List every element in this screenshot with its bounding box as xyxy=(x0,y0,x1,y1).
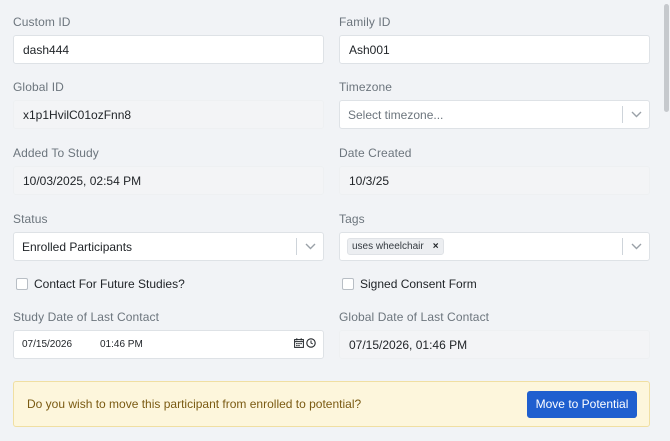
timezone-placeholder: Select timezone... xyxy=(348,107,444,122)
study-last-contact-input[interactable]: 07/15/2026 01:46 PM xyxy=(13,330,324,359)
signed-consent-row[interactable]: Signed Consent Form xyxy=(339,277,477,291)
study-last-contact-date[interactable]: 07/15/2026 xyxy=(22,339,100,350)
global-id-value: x1p1HvilC01ozFnn8 xyxy=(23,107,132,122)
global-id-field: x1p1HvilC01ozFnn8 xyxy=(13,100,324,129)
status-value: Enrolled Participants xyxy=(22,239,133,254)
global-last-contact-value: 07/15/2026, 01:46 PM xyxy=(349,337,468,352)
tag-label: uses wheelchair xyxy=(352,241,424,252)
added-to-study-label: Added To Study xyxy=(13,146,99,160)
family-id-input[interactable]: Ash001 xyxy=(339,35,650,64)
custom-id-value: dash444 xyxy=(23,42,70,57)
study-last-contact-time[interactable]: 01:46 PM xyxy=(100,339,294,350)
global-id-label: Global ID xyxy=(13,80,64,94)
date-created-field: 10/3/25 xyxy=(339,166,650,195)
date-created-label: Date Created xyxy=(339,146,412,160)
close-icon[interactable]: × xyxy=(433,241,439,252)
global-last-contact-field: 07/15/2026, 01:46 PM xyxy=(339,330,650,359)
signed-consent-label: Signed Consent Form xyxy=(360,277,477,291)
global-last-contact-label: Global Date of Last Contact xyxy=(339,310,490,324)
status-label: Status xyxy=(13,212,48,226)
status-select[interactable]: Enrolled Participants xyxy=(13,232,324,261)
tags-select[interactable]: uses wheelchair × xyxy=(339,232,650,261)
signed-consent-checkbox[interactable] xyxy=(342,278,354,290)
custom-id-label: Custom ID xyxy=(13,15,71,29)
contact-future-row[interactable]: Contact For Future Studies? xyxy=(13,277,185,291)
family-id-value: Ash001 xyxy=(349,42,390,57)
date-created-value: 10/3/25 xyxy=(349,173,390,188)
added-to-study-value: 10/03/2025, 02:54 PM xyxy=(23,173,142,188)
added-to-study-field: 10/03/2025, 02:54 PM xyxy=(13,166,324,195)
chevron-down-icon[interactable] xyxy=(623,111,649,118)
move-to-potential-button[interactable]: Move to Potential xyxy=(527,390,637,418)
chevron-down-icon[interactable] xyxy=(297,243,323,250)
family-id-label: Family ID xyxy=(339,15,391,29)
timezone-select[interactable]: Select timezone... xyxy=(339,100,650,129)
tags-container: uses wheelchair × xyxy=(340,238,622,255)
clock-icon[interactable] xyxy=(306,338,316,351)
timezone-label: Timezone xyxy=(339,80,393,94)
participant-form: Custom ID dash444 Family ID Ash001 Globa… xyxy=(13,0,650,441)
datetime-icons xyxy=(294,338,316,351)
scrollbar-thumb[interactable] xyxy=(664,4,669,112)
move-to-potential-banner: Do you wish to move this participant fro… xyxy=(13,381,650,427)
contact-future-label: Contact For Future Studies? xyxy=(34,277,185,291)
contact-future-checkbox[interactable] xyxy=(16,278,28,290)
study-last-contact-label: Study Date of Last Contact xyxy=(13,310,160,324)
tag-chip: uses wheelchair × xyxy=(347,238,444,255)
chevron-down-icon[interactable] xyxy=(623,243,649,250)
tags-label: Tags xyxy=(339,212,365,226)
scrollbar[interactable] xyxy=(662,0,670,441)
custom-id-input[interactable]: dash444 xyxy=(13,35,324,64)
calendar-icon[interactable] xyxy=(294,338,304,351)
banner-message: Do you wish to move this participant fro… xyxy=(27,397,362,411)
